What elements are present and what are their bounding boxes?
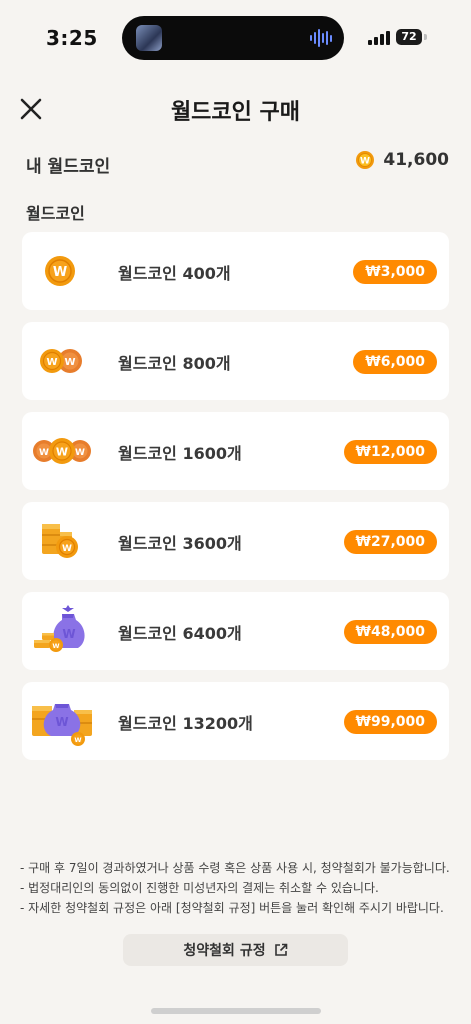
battery-icon: 72 — [396, 29, 422, 45]
price-button[interactable]: ₩99,000 — [343, 710, 437, 734]
status-time: 3:25 — [46, 26, 98, 50]
refund-policy-label: 청약철회 규정 — [183, 943, 266, 959]
price-button[interactable]: ₩48,000 — [343, 620, 437, 644]
product-card[interactable]: W W 월드코인 800개 ₩6,000 — [22, 322, 449, 400]
price-button[interactable]: ₩12,000 — [343, 440, 437, 464]
svg-text:W: W — [39, 448, 49, 458]
home-indicator[interactable] — [151, 1008, 321, 1014]
svg-text:W: W — [46, 357, 57, 368]
product-list: W 월드코인 400개 ₩3,000 W W 월드코인 800개 ₩6,000 … — [22, 232, 449, 772]
svg-text:W: W — [74, 736, 81, 744]
product-name: 월드코인 1600개 — [118, 444, 242, 463]
svg-text:W: W — [75, 448, 85, 458]
svg-text:W: W — [360, 157, 370, 167]
page-title: 월드코인 구매 — [170, 100, 301, 125]
refund-notice: - 구매 후 7일이 경과하였거나 상품 수령 혹은 상품 사용 시, 청약철회… — [20, 858, 455, 918]
svg-text:W: W — [64, 357, 75, 368]
product-card[interactable]: W W 월드코인 6400개 ₩48,000 — [22, 592, 449, 670]
coin-treasure-icon: W W — [30, 692, 94, 750]
external-link-icon — [274, 943, 287, 956]
price-button[interactable]: ₩27,000 — [343, 530, 437, 554]
product-card[interactable]: W 월드코인 400개 ₩3,000 — [22, 232, 449, 310]
balance-value-group: W 41,600 — [355, 150, 449, 170]
notice-line: - 구매 후 7일이 경과하였거나 상품 수령 혹은 상품 사용 시, 청약철회… — [20, 861, 450, 875]
product-card[interactable]: W W 월드코인 13200개 ₩99,000 — [22, 682, 449, 760]
world-coin-icon: W — [356, 151, 375, 169]
refund-policy-button[interactable]: 청약철회 규정 — [123, 934, 348, 966]
product-card[interactable]: W 월드코인 3600개 ₩27,000 — [22, 502, 449, 580]
product-name: 월드코인 13200개 — [118, 714, 253, 733]
svg-text:W: W — [62, 627, 75, 641]
battery-tip — [424, 34, 427, 40]
notice-line: - 자세한 청약철회 규정은 아래 [청약철회 규정] 버튼을 눌러 확인해 주… — [20, 901, 444, 915]
coin-stack-icon: W — [30, 512, 94, 570]
balance-row: 내 월드코인 W 41,600 — [26, 150, 449, 178]
two-coins-icon: W W — [30, 332, 94, 390]
svg-text:W: W — [62, 544, 72, 554]
price-button[interactable]: ₩3,000 — [353, 260, 437, 284]
three-coins-icon: W W W — [30, 422, 94, 480]
balance-value: 41,600 — [383, 150, 449, 170]
product-name: 월드코인 6400개 — [118, 624, 242, 643]
balance-label: 내 월드코인 — [26, 157, 111, 177]
product-name: 월드코인 400개 — [118, 264, 231, 283]
single-coin-icon: W — [30, 242, 94, 300]
svg-text:W: W — [52, 642, 59, 650]
audio-wave-icon — [310, 29, 332, 47]
signal-icon — [368, 30, 390, 45]
now-playing-thumbnail — [136, 25, 162, 51]
dynamic-island[interactable] — [122, 16, 344, 60]
section-title: 월드코인 — [26, 204, 85, 223]
product-name: 월드코인 800개 — [118, 354, 231, 373]
svg-text:W: W — [56, 446, 68, 459]
product-name: 월드코인 3600개 — [118, 534, 242, 553]
page-header: 월드코인 구매 — [0, 86, 471, 134]
svg-text:W: W — [55, 715, 68, 729]
coin-bag-icon: W W — [30, 602, 94, 660]
status-bar: 3:25 72 — [0, 0, 471, 76]
svg-text:W: W — [53, 265, 67, 280]
notice-line: - 법정대리인의 동의없이 진행한 미성년자의 결제는 취소할 수 있습니다. — [20, 881, 379, 895]
price-button[interactable]: ₩6,000 — [353, 350, 437, 374]
product-card[interactable]: W W W 월드코인 1600개 ₩12,000 — [22, 412, 449, 490]
